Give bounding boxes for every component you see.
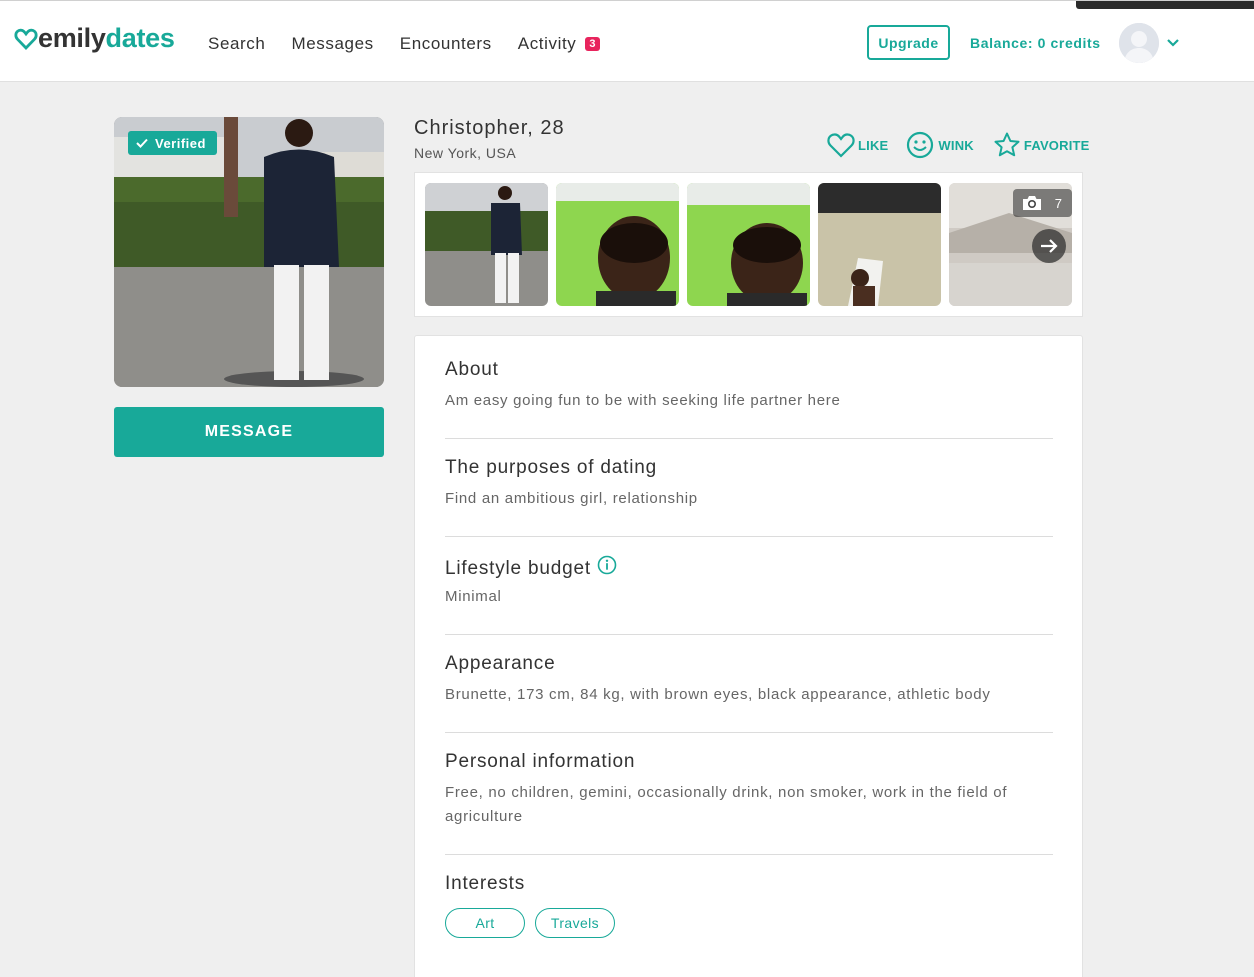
section-divider [445, 634, 1053, 635]
lifestyle-title-label: Lifestyle budget [445, 558, 591, 579]
heart-icon [827, 133, 855, 158]
purposes-text: Find an ambitious girl, relationship [445, 490, 698, 507]
nav-encounters[interactable]: Encounters [400, 34, 492, 54]
gallery-photo-3[interactable] [687, 183, 810, 306]
profile-name-age: Christopher, 28 [414, 117, 565, 139]
checkmark-icon [136, 138, 148, 148]
heart-logo-icon [14, 28, 38, 50]
about-title: About [445, 359, 499, 380]
brand-name-part2: dates [105, 23, 175, 53]
gallery-photo-2-image [556, 183, 679, 306]
section-divider [445, 536, 1053, 537]
favorite-button[interactable]: FAVORITE [992, 131, 1090, 159]
favorite-label: FAVORITE [1023, 137, 1090, 153]
section-divider [445, 854, 1053, 855]
section-divider [445, 732, 1053, 733]
photo-gallery: 7 [414, 172, 1083, 317]
chevron-down-icon[interactable] [1166, 37, 1180, 49]
brand-logo[interactable]: emily dates [14, 23, 175, 54]
nav-activity-label: Activity [517, 34, 577, 53]
interests-tags: Art Travels [445, 908, 625, 938]
photo-count-value: 7 [1054, 195, 1062, 211]
profile-details-card: About Am easy going fun to be with seeki… [414, 335, 1083, 977]
interest-tag[interactable]: Travels [535, 908, 615, 938]
like-label: LIKE [858, 137, 889, 153]
camera-icon [1022, 196, 1041, 210]
lifestyle-text: Minimal [445, 588, 502, 605]
profile-photo-image [114, 117, 384, 387]
gallery-photo-1-image [425, 183, 548, 306]
top-header: emily dates Search Messages Encounters Ac… [0, 0, 1254, 82]
verified-label: Verified [155, 135, 206, 151]
interests-title: Interests [445, 873, 526, 894]
message-button[interactable]: MESSAGE [114, 407, 384, 457]
about-text: Am easy going fun to be with seeking lif… [445, 392, 841, 409]
gallery-photo-2[interactable] [556, 183, 679, 306]
arrow-right-icon [1041, 239, 1058, 253]
appearance-text: Brunette, 173 cm, 84 kg, with brown eyes… [445, 686, 991, 703]
gallery-photo-1[interactable] [425, 183, 548, 306]
balance-link[interactable]: Balance: 0 credits [970, 35, 1101, 51]
lifestyle-title: Lifestyle budget [445, 555, 617, 580]
purposes-title: The purposes of dating [445, 457, 657, 478]
avatar-placeholder-icon [1119, 23, 1159, 63]
interest-tag[interactable]: Art [445, 908, 525, 938]
main-nav: Search Messages Encounters Activity 3 [208, 34, 626, 54]
personal-title: Personal information [445, 751, 636, 772]
user-avatar[interactable] [1119, 23, 1159, 63]
verified-badge: Verified [128, 131, 217, 155]
personal-text: Free, no children, gemini, occasionally … [445, 784, 1008, 825]
info-icon[interactable] [597, 555, 617, 575]
wink-button[interactable]: WINK [906, 131, 974, 159]
nav-search[interactable]: Search [208, 34, 265, 54]
profile-location: New York, USA [414, 145, 517, 161]
nav-activity[interactable]: Activity 3 [518, 34, 600, 54]
section-divider [445, 438, 1053, 439]
wink-label: WINK [938, 137, 974, 153]
like-button[interactable]: LIKE [826, 131, 888, 159]
star-icon [994, 132, 1020, 157]
nav-messages[interactable]: Messages [291, 34, 373, 54]
gallery-photo-4[interactable] [818, 183, 941, 306]
profile-actions: LIKE WINK FAVORITE [826, 131, 1090, 159]
upgrade-button[interactable]: Upgrade [867, 25, 950, 60]
gallery-next-button[interactable] [1032, 229, 1066, 263]
top-dark-strip [1076, 1, 1254, 9]
brand-name-part1: emily [38, 23, 106, 53]
appearance-title: Appearance [445, 653, 556, 674]
wink-smiley-icon [907, 131, 934, 159]
gallery-photo-3-image [687, 183, 810, 306]
activity-count-badge: 3 [585, 37, 600, 51]
gallery-photo-4-image [818, 183, 941, 306]
photo-count-badge: 7 [1012, 189, 1072, 217]
main-profile-photo[interactable] [114, 117, 384, 387]
